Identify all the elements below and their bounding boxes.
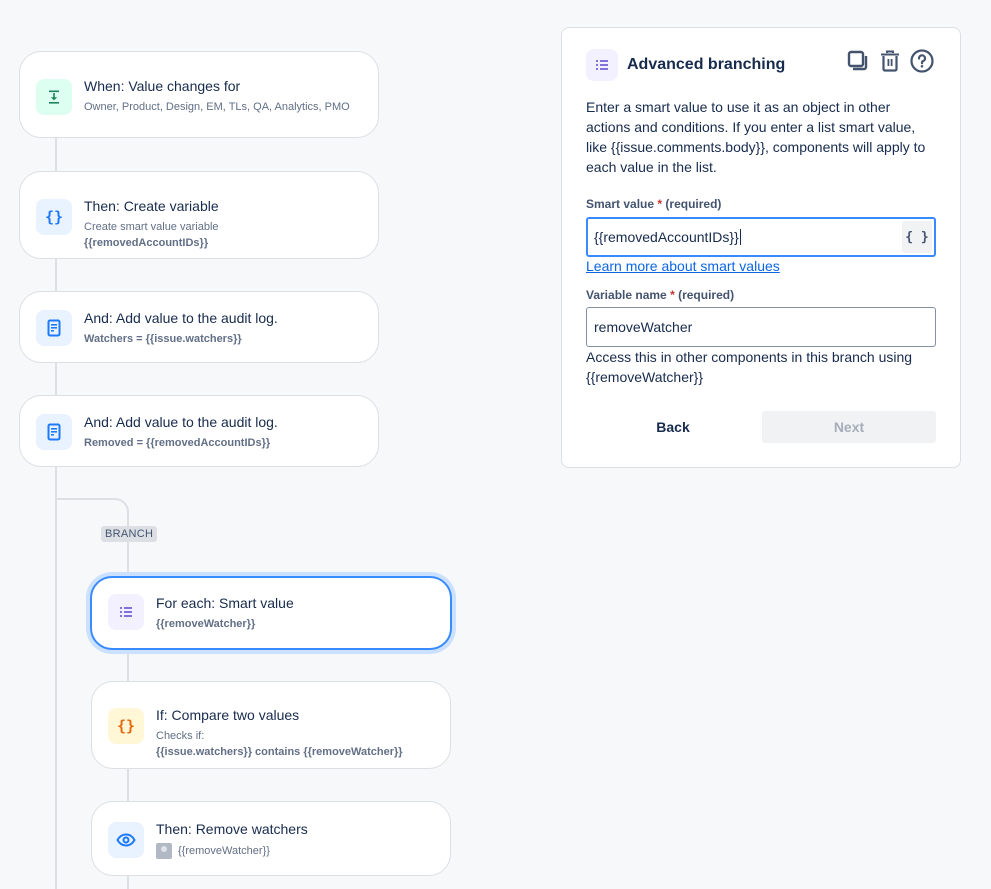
advanced-branching-panel: Advanced branching Enter a smart value t… <box>561 27 961 468</box>
braces-icon: {} <box>108 708 144 744</box>
node-subtitle: Owner, Product, Design, EM, TLs, QA, Ana… <box>84 101 350 113</box>
smart-value-text: {{removedAccountIDs}} <box>594 229 739 245</box>
node-subtitle: {{removeWatcher}} <box>156 618 256 630</box>
back-button[interactable]: Back <box>586 411 760 443</box>
variable-name-label: Variable name * (required) <box>586 288 734 302</box>
learn-more-link[interactable]: Learn more about smart values <box>586 258 780 274</box>
trash-icon[interactable] <box>878 49 902 73</box>
list-icon <box>586 49 618 81</box>
label-text: Variable name <box>586 288 667 302</box>
braces-icon: {} <box>36 199 72 235</box>
label-text: Smart value <box>586 197 655 211</box>
document-icon <box>36 414 72 450</box>
node-variable: {{removedAccountIDs}} <box>84 237 209 249</box>
node-subtitle: {{removeWatcher}} <box>178 845 270 857</box>
flow-node-audit-log[interactable]: And: Add value to the audit log. Watcher… <box>19 291 379 363</box>
node-title: And: Add value to the audit log. <box>84 310 278 326</box>
node-subtitle-row: {{removeWatcher}} <box>156 843 308 860</box>
variable-help-text: Access this in other components in this … <box>586 349 913 385</box>
flow-node-for-each[interactable]: For each: Smart value {{removeWatcher}} <box>90 576 452 650</box>
required-marker: * <box>670 288 675 302</box>
node-title: For each: Smart value <box>156 595 294 611</box>
required-marker: * <box>657 197 663 211</box>
flow-node-trigger[interactable]: When: Value changes for Owner, Product, … <box>19 51 379 138</box>
node-title: Then: Remove watchers <box>156 821 308 837</box>
variable-name-text: removeWatcher <box>594 319 693 335</box>
required-text: (required) <box>678 288 735 302</box>
insert-smart-value-button[interactable]: { } <box>902 221 932 253</box>
text-caret <box>739 229 741 245</box>
document-icon <box>36 310 72 346</box>
duplicate-icon[interactable] <box>846 49 870 73</box>
variable-name-input[interactable]: removeWatcher <box>586 307 936 347</box>
node-subtitle: Create smart value variable <box>84 221 219 233</box>
node-subtitle: Removed = {{removedAccountIDs}} <box>84 437 271 449</box>
node-title: When: Value changes for <box>84 78 241 94</box>
flow-node-create-variable[interactable]: {} Then: Create variable Create smart va… <box>19 171 379 259</box>
panel-header: Advanced branching <box>586 49 785 81</box>
flow-node-audit-log[interactable]: And: Add value to the audit log. Removed… <box>19 395 379 467</box>
node-subtitle: Watchers = {{issue.watchers}} <box>84 333 242 345</box>
node-title: If: Compare two values <box>156 707 300 723</box>
flow-node-compare[interactable]: {} If: Compare two values Checks if: {{i… <box>91 681 451 769</box>
branch-badge: BRANCH <box>101 526 158 542</box>
node-title: And: Add value to the audit log. <box>84 414 278 430</box>
eye-icon <box>108 822 144 858</box>
smart-value-input[interactable]: {{removedAccountIDs}} { } <box>586 217 936 257</box>
avatar <box>156 843 172 860</box>
flow-node-remove-watchers[interactable]: Then: Remove watchers {{removeWatcher}} <box>91 801 451 876</box>
panel-title: Advanced branching <box>627 56 786 73</box>
smart-value-label: Smart value * (required) <box>586 197 721 211</box>
required-text: (required) <box>665 197 722 211</box>
help-icon[interactable] <box>910 49 934 73</box>
panel-actions <box>846 49 934 73</box>
download-icon <box>36 79 72 115</box>
node-subtitle: Checks if: <box>156 730 205 742</box>
node-condition: {{issue.watchers}} contains {{removeWatc… <box>156 746 403 758</box>
node-title: Then: Create variable <box>84 198 219 214</box>
panel-description: Enter a smart value to use it as an obje… <box>586 99 926 175</box>
next-button[interactable]: Next <box>762 411 936 443</box>
list-icon <box>108 594 144 630</box>
